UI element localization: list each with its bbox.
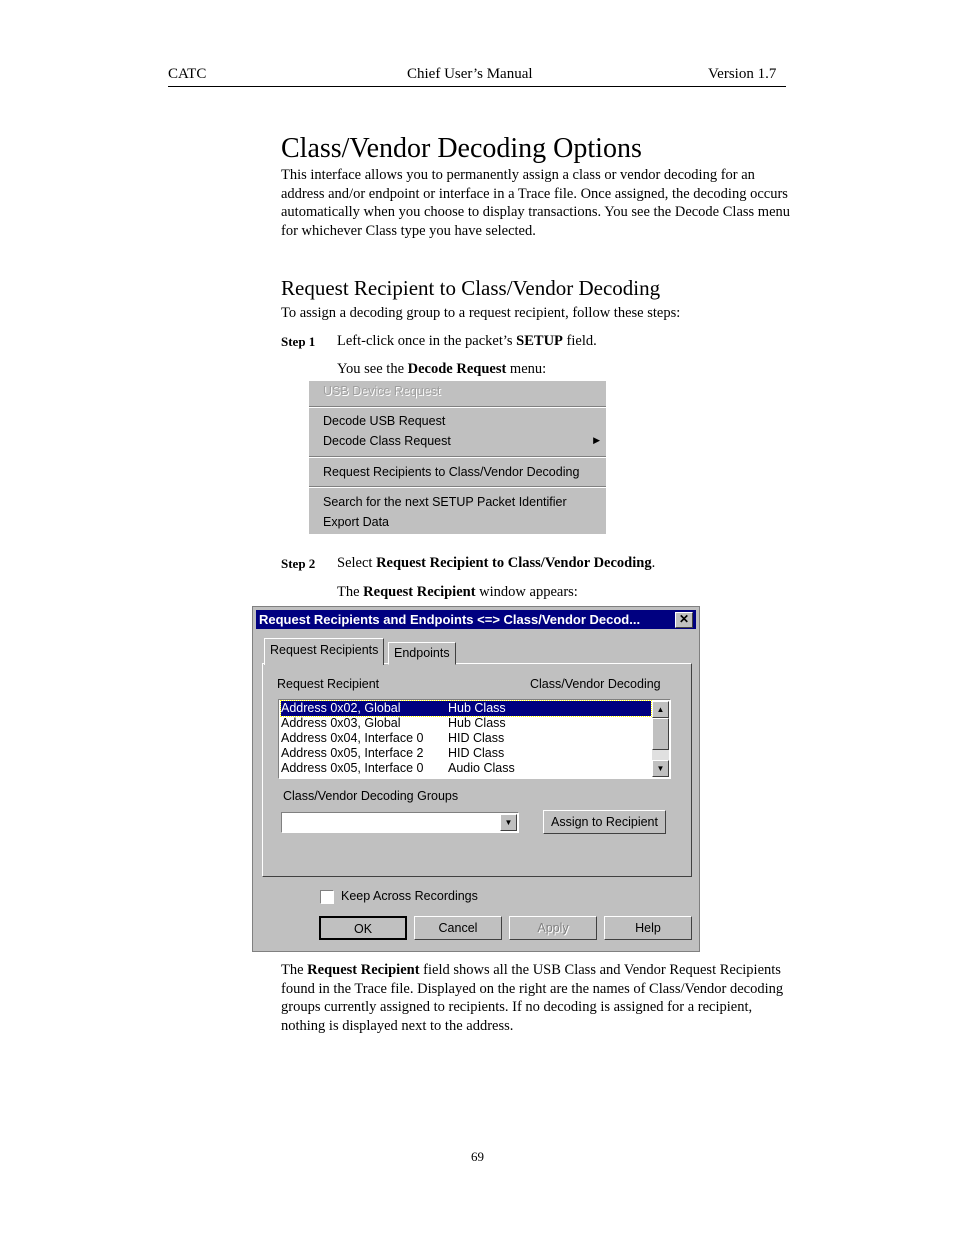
outro-paragraph: The Request Recipient field shows all th… <box>281 962 784 1035</box>
assign-to-recipient-button[interactable]: Assign to Recipient <box>543 810 666 834</box>
menu-item-request-recipients[interactable]: Request Recipients to Class/Vendor Decod… <box>323 465 579 479</box>
scroll-up-icon[interactable]: ▲ <box>652 701 669 718</box>
keep-across-recordings-checkbox[interactable] <box>320 890 334 904</box>
menu-item-search-setup[interactable]: Search for the next SETUP Packet Identif… <box>323 495 567 509</box>
step2-text: Select Request Recipient to Class/Vendor… <box>337 555 656 571</box>
document-page: CATC Chief User’s Manual Version 1.7 Cla… <box>0 0 954 1235</box>
menu-separator <box>309 456 606 458</box>
scroll-thumb[interactable] <box>652 718 669 750</box>
step1-label: Step 1 <box>281 334 316 349</box>
groups-label: Class/Vendor Decoding Groups <box>283 789 459 803</box>
menu-separator <box>309 486 606 488</box>
page-title: Class/Vendor Decoding Options <box>281 133 642 164</box>
column-header-recipient: Request Recipient <box>277 677 380 691</box>
decode-request-menu: USB Device Request Decode USB Request De… <box>309 381 606 534</box>
step2-subtext: The Request Recipient window appears: <box>337 584 578 600</box>
header-center: Chief User’s Manual <box>407 66 533 82</box>
tab-endpoints[interactable]: Endpoints <box>388 642 456 665</box>
list-item[interactable]: Address 0x03, Global Hub Class <box>281 716 651 731</box>
dialog-title: Request Recipients and Endpoints <=> Cla… <box>259 612 641 627</box>
cancel-button[interactable]: Cancel <box>414 916 502 940</box>
list-item[interactable]: Address 0x05, Interface 2 HID Class <box>281 746 651 761</box>
section-title: Request Recipient to Class/Vendor Decodi… <box>281 276 661 300</box>
dialog-titlebar: Request Recipients and Endpoints <=> Cla… <box>256 610 696 629</box>
close-icon[interactable]: ✕ <box>675 612 693 628</box>
scroll-down-icon[interactable]: ▼ <box>652 760 669 777</box>
column-header-decoding: Class/Vendor Decoding <box>530 677 661 691</box>
intro-paragraph: This interface allows you to permanently… <box>281 167 791 240</box>
header-left: CATC <box>168 66 207 82</box>
request-recipient-dialog: Request Recipients and Endpoints <=> Cla… <box>252 606 700 952</box>
step1-text: Left-click once in the packet’s SETUP fi… <box>337 333 597 349</box>
menu-item-export-data[interactable]: Export Data <box>323 515 389 529</box>
chevron-down-icon[interactable]: ▼ <box>500 814 517 831</box>
groups-dropdown[interactable]: ▼ <box>281 812 519 833</box>
help-button[interactable]: Help <box>604 916 692 940</box>
tab-request-recipients[interactable]: Request Recipients <box>264 638 385 665</box>
keep-across-recordings-label[interactable]: Keep Across Recordings <box>341 889 478 903</box>
list-item[interactable]: Address 0x05, Interface 0 Audio Class <box>281 761 651 776</box>
menu-item-decode-class[interactable]: Decode Class Request <box>323 434 451 448</box>
submenu-arrow-icon: ▶ <box>593 435 600 445</box>
scrollbar[interactable]: ▲ ▼ <box>652 701 669 777</box>
menu-separator <box>309 406 606 408</box>
list-item[interactable]: Address 0x02, Global Hub Class <box>280 700 652 717</box>
header-right: Version 1.7 <box>708 66 777 82</box>
menu-item-decode-usb[interactable]: Decode USB Request <box>323 414 445 428</box>
recipient-list[interactable]: Address 0x02, Global Hub Class Address 0x… <box>278 699 671 779</box>
header-rule <box>168 86 786 87</box>
menu-header: USB Device Request <box>323 384 441 398</box>
step2-label: Step 2 <box>281 556 316 571</box>
apply-button: Apply <box>509 916 597 940</box>
list-item[interactable]: Address 0x04, Interface 0 HID Class <box>281 731 651 746</box>
section-intro: To assign a decoding group to a request … <box>281 305 681 321</box>
ok-button[interactable]: OK <box>319 916 407 940</box>
step1-subtext: You see the Decode Request menu: <box>337 361 547 377</box>
page-number: 69 <box>471 1149 484 1164</box>
